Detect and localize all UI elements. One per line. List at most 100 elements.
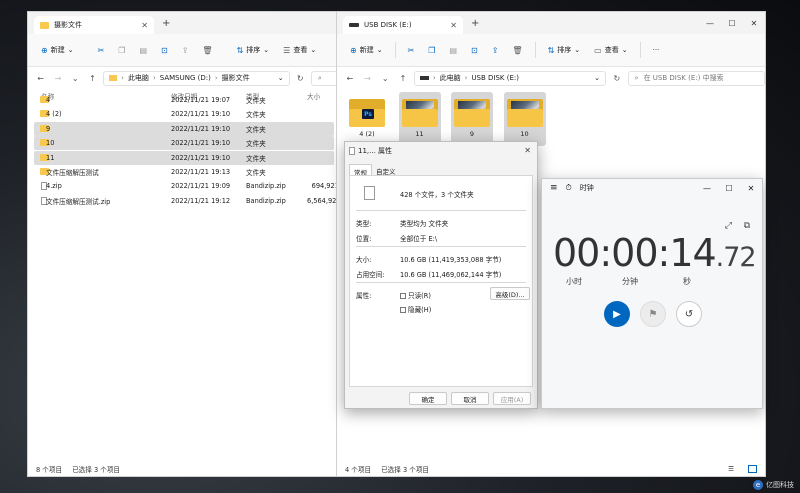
new-label: 新建 (50, 46, 65, 54)
keep-on-top-icon[interactable]: ⧉ (744, 221, 750, 231)
cut-button[interactable]: ✂ (93, 40, 110, 60)
refresh-button[interactable]: ↻ (610, 74, 624, 83)
search-box[interactable]: ⌕ 在 USB DISK (E:) 中搜索 (627, 70, 765, 86)
minimize-button[interactable]: — (699, 12, 721, 34)
refresh-button[interactable]: ↻ (294, 74, 307, 83)
breadcrumb-item[interactable]: SAMSUNG (D:) (160, 74, 211, 82)
share-icon: ⇪ (491, 45, 499, 55)
paste-icon: ▤ (449, 45, 458, 55)
dialog-close-button[interactable]: ✕ (524, 146, 531, 155)
up-button[interactable]: ↑ (86, 74, 99, 83)
chevron-down-icon: ⌄ (574, 46, 581, 54)
hidden-checkbox[interactable]: 隐藏(H) (400, 304, 431, 314)
cut-button[interactable]: ✂ (403, 40, 420, 60)
on-disk-value: 10.6 GB (11,469,062,144 字节) (400, 271, 502, 279)
menu-icon[interactable]: ≡ (550, 183, 558, 193)
lap-button[interactable]: ⚑ (640, 301, 666, 327)
table-row[interactable]: 4.zip 2022/11/21 19:09 Bandizip.zip 694,921… (34, 179, 340, 193)
close-button[interactable]: ✕ (743, 12, 765, 34)
table-row[interactable]: 4 2022/11/21 19:07 文件夹 (34, 93, 334, 107)
back-button[interactable]: ← (343, 74, 357, 83)
view-label: 查看 (604, 46, 619, 54)
details-view-icon[interactable]: ☰ (728, 465, 734, 473)
table-row[interactable]: 文件压缩解压测试.zip 2022/11/21 19:12 Bandizip.zip… (34, 194, 340, 208)
apply-button[interactable]: 应用(A) (493, 392, 531, 405)
view-button[interactable]: ☰ 查看 ⌄ (278, 40, 321, 60)
copy-button[interactable]: ❐ (423, 40, 440, 60)
reset-button[interactable]: ↺ (676, 301, 702, 327)
folder-tile[interactable]: Ps 4 (2) (346, 92, 388, 146)
expand-icon[interactable]: ⤢ (725, 221, 732, 231)
share-button[interactable]: ⇪ (177, 40, 194, 60)
rename-button[interactable]: ⊡ (466, 40, 483, 60)
delete-button[interactable]: 🗑 (507, 40, 527, 60)
recent-dropdown-button[interactable]: ⌄ (69, 74, 82, 83)
table-row[interactable]: 4 (2) 2022/11/21 19:10 文件夹 (34, 107, 334, 121)
dialog-title-bar: 11,... 属性 (349, 146, 392, 156)
up-button[interactable]: ↑ (396, 74, 410, 83)
share-icon: ⇪ (181, 45, 189, 55)
advanced-button[interactable]: 高级(D)... (490, 287, 530, 300)
crumb-separator: › (121, 74, 124, 82)
chevron-down-icon[interactable]: ⌄ (278, 74, 284, 82)
scissors-icon: ✂ (97, 45, 105, 55)
maximize-button[interactable]: ☐ (721, 12, 743, 34)
forward-button[interactable]: → (361, 74, 375, 83)
table-row[interactable]: 9 2022/11/21 19:10 文件夹 (34, 121, 334, 136)
left-tab-title: 摄影文件 (54, 21, 82, 29)
folder-tile[interactable]: 10 (503, 92, 546, 146)
ok-button[interactable]: 确定 (409, 392, 447, 405)
new-tab-button[interactable]: + (471, 18, 479, 29)
readonly-checkbox[interactable]: 只读(R) (400, 290, 431, 300)
chevron-down-icon[interactable]: ⌄ (594, 74, 600, 82)
table-row[interactable]: 10 2022/11/21 19:10 文件夹 (34, 136, 334, 151)
dialog-title: 11,... 属性 (358, 147, 393, 155)
address-bar[interactable]: › 此电脑 › SAMSUNG (D:) › 摄影文件 ⌄ (103, 70, 290, 86)
properties-dialog: 11,... 属性 ✕ 常规 自定义 428 个文件，3 个文件夹 类型: 类型… (344, 141, 538, 409)
breadcrumb-item[interactable]: USB DISK (E:) (471, 74, 519, 82)
recent-dropdown-button[interactable]: ⌄ (378, 74, 392, 83)
crumb-separator: › (152, 74, 156, 82)
paste-button[interactable]: ▤ (134, 40, 152, 60)
tiles-view-icon[interactable] (748, 465, 757, 473)
paste-button[interactable]: ▤ (444, 40, 462, 60)
view-button[interactable]: ▭ 查看 ⌄ (589, 40, 632, 60)
folder-tile[interactable]: 11 (398, 92, 441, 146)
table-row[interactable]: 文件压缩解压测试 2022/11/21 19:13 文件夹 (34, 165, 334, 179)
folder-tile[interactable]: 9 (451, 92, 493, 146)
delete-button[interactable]: 🗑 (197, 40, 217, 60)
share-button[interactable]: ⇪ (487, 40, 504, 60)
close-button[interactable]: ✕ (740, 179, 762, 197)
new-button[interactable]: ⊕ 新建 ⌄ (345, 40, 388, 60)
address-bar[interactable]: › 此电脑 › USB DISK (E:) ⌄ (413, 70, 606, 86)
close-tab-icon[interactable]: ✕ (141, 21, 148, 30)
left-tab[interactable]: 摄影文件 ✕ (34, 16, 154, 34)
type-label: 类型: (356, 220, 372, 228)
minimize-button[interactable]: — (696, 179, 718, 197)
breadcrumb-item[interactable]: 此电脑 (128, 73, 149, 83)
new-tab-button[interactable]: + (162, 18, 170, 29)
copy-button[interactable]: ❐ (113, 40, 130, 60)
rename-button[interactable]: ⊡ (156, 40, 173, 60)
sort-button[interactable]: ⇅ 排序 ⌄ (543, 40, 586, 60)
sort-button[interactable]: ⇅ 排序 ⌄ (232, 40, 275, 60)
maximize-button[interactable]: ☐ (718, 179, 740, 197)
table-row[interactable]: 11 2022/11/21 19:10 文件夹 (34, 150, 334, 165)
folder-icon (454, 97, 490, 127)
breadcrumb-item[interactable]: 摄影文件 (222, 73, 250, 83)
more-button[interactable]: ··· (648, 40, 665, 60)
cell-date: 2022/11/21 19:10 (171, 153, 231, 162)
sort-label: 排序 (246, 46, 261, 54)
cell-type: 文件夹 (246, 154, 266, 163)
cancel-button[interactable]: 取消 (451, 392, 489, 405)
new-button[interactable]: ⊕ 新建 ⌄ (36, 40, 79, 60)
close-tab-icon[interactable]: ✕ (450, 21, 457, 30)
right-tab[interactable]: USB DISK (E:) ✕ (343, 16, 463, 34)
forward-button[interactable]: → (51, 74, 64, 83)
separator (394, 42, 396, 58)
back-button[interactable]: ← (34, 74, 47, 83)
cell-date: 2022/11/21 19:10 (171, 139, 231, 148)
start-button[interactable]: ▶ (604, 301, 630, 327)
window-controls: — ☐ ✕ (696, 179, 762, 197)
breadcrumb-item[interactable]: 此电脑 (440, 73, 461, 83)
